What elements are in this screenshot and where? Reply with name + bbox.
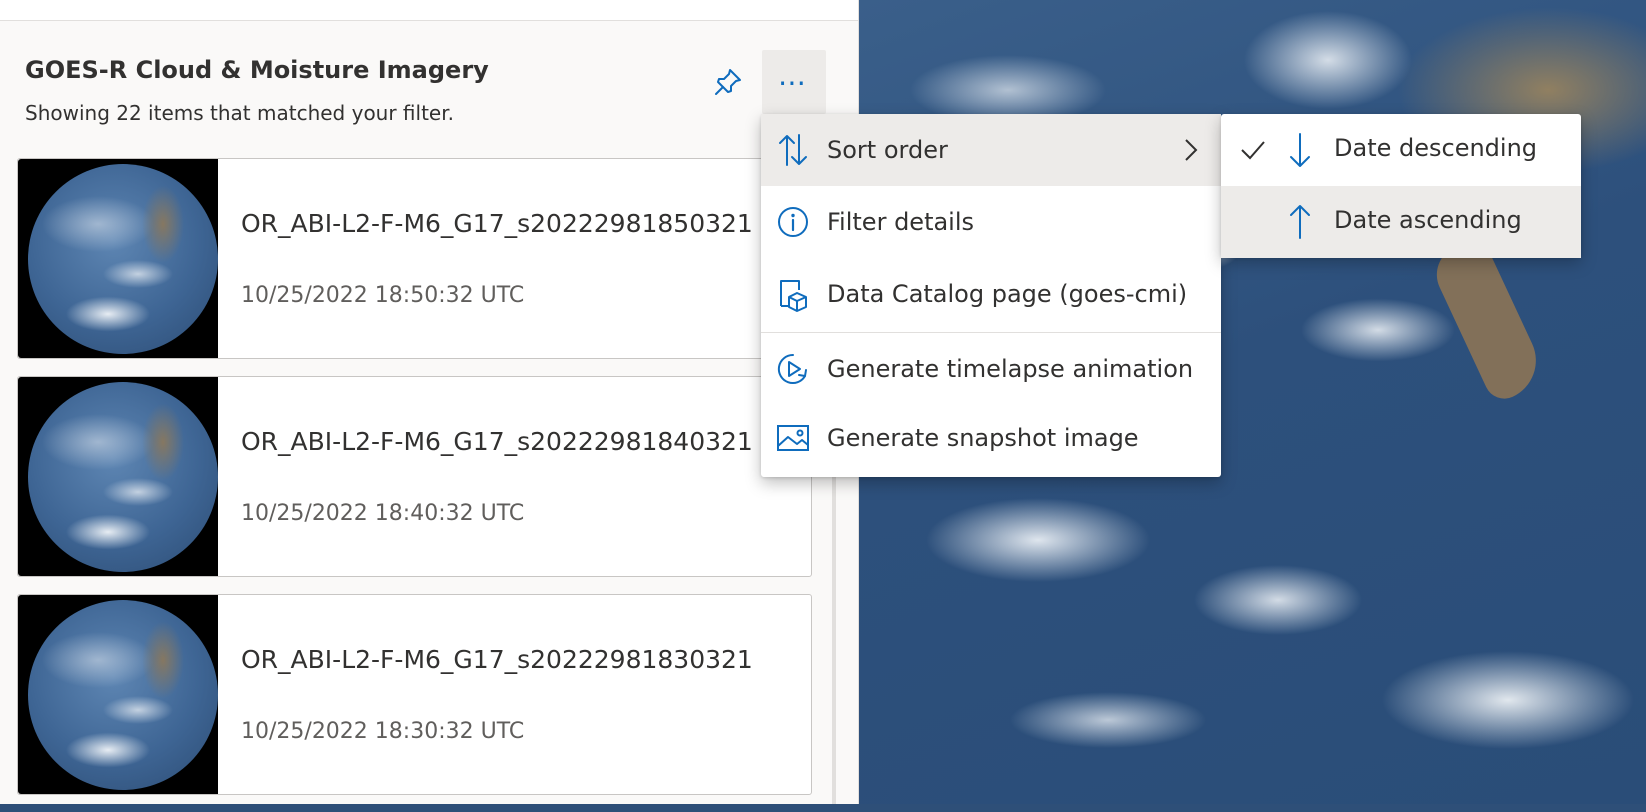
menu-item-sort-order[interactable]: Sort order: [761, 114, 1221, 186]
item-date: 10/25/2022 18:50:32 UTC: [241, 283, 525, 308]
menu-item-label: Data Catalog page (goes-cmi): [827, 280, 1188, 308]
list-item[interactable]: OR_ABI-L2-F-M6_G17_s20222981840321 10/25…: [17, 376, 812, 577]
globe-image: [28, 600, 218, 790]
menu-item-label: Generate timelapse animation: [827, 355, 1194, 383]
checkmark-icon: [1241, 141, 1265, 160]
menu-item-filter-details[interactable]: Filter details: [761, 186, 1221, 258]
list-item[interactable]: OR_ABI-L2-F-M6_G17_s20222981830321 10/25…: [17, 594, 812, 795]
timelapse-icon: [775, 351, 811, 387]
pin-button[interactable]: [706, 60, 750, 104]
panel-top-strip: [0, 0, 858, 21]
panel-subtitle: Showing 22 items that matched your filte…: [25, 101, 454, 125]
menu-item-generate-snapshot[interactable]: Generate snapshot image: [761, 402, 1221, 474]
results-list: OR_ABI-L2-F-M6_G17_s20222981850321 10/25…: [17, 158, 812, 812]
globe-image: [28, 382, 218, 572]
image-icon: [775, 420, 811, 456]
coastline: [1427, 234, 1549, 406]
panel-title: GOES-R Cloud & Moisture Imagery: [25, 56, 489, 84]
submenu-item-label: Date ascending: [1334, 206, 1522, 234]
more-options-button[interactable]: ⋯: [762, 50, 826, 114]
item-date: 10/25/2022 18:30:32 UTC: [241, 719, 525, 744]
menu-item-label: Generate snapshot image: [827, 424, 1139, 452]
thumbnail-image: [18, 159, 218, 358]
thumbnail-image: [18, 377, 218, 576]
thumbnail-image: [18, 595, 218, 794]
info-icon: [775, 204, 811, 240]
menu-item-generate-timelapse[interactable]: Generate timelapse animation: [761, 333, 1221, 405]
globe-image: [28, 164, 218, 354]
item-title: OR_ABI-L2-F-M6_G17_s20222981830321: [241, 645, 753, 674]
more-horizontal-icon: ⋯: [778, 65, 810, 99]
item-title: OR_ABI-L2-F-M6_G17_s20222981850321: [241, 209, 753, 238]
sort-order-submenu: Date descending Date ascending: [1221, 114, 1581, 258]
sort-icon: [775, 132, 811, 168]
menu-item-label: Sort order: [827, 136, 948, 164]
pin-icon: [715, 69, 741, 95]
chevron-right-icon: [1185, 139, 1198, 161]
menu-item-label: Filter details: [827, 208, 975, 236]
catalog-icon: [775, 276, 811, 312]
arrow-down-icon: [1290, 133, 1310, 167]
arrow-up-icon: [1290, 205, 1310, 239]
submenu-item-date-ascending[interactable]: Date ascending: [1221, 186, 1581, 258]
submenu-item-date-descending[interactable]: Date descending: [1221, 114, 1581, 186]
more-options-menu: Sort order Filter details Data Catalog p…: [761, 114, 1221, 477]
submenu-item-label: Date descending: [1334, 134, 1538, 162]
item-title: OR_ABI-L2-F-M6_G17_s20222981840321: [241, 427, 753, 456]
list-item[interactable]: OR_ABI-L2-F-M6_G17_s20222981850321 10/25…: [17, 158, 812, 359]
item-date: 10/25/2022 18:40:32 UTC: [241, 501, 525, 526]
menu-item-data-catalog[interactable]: Data Catalog page (goes-cmi): [761, 258, 1221, 330]
results-panel: GOES-R Cloud & Moisture Imagery Showing …: [0, 0, 859, 804]
